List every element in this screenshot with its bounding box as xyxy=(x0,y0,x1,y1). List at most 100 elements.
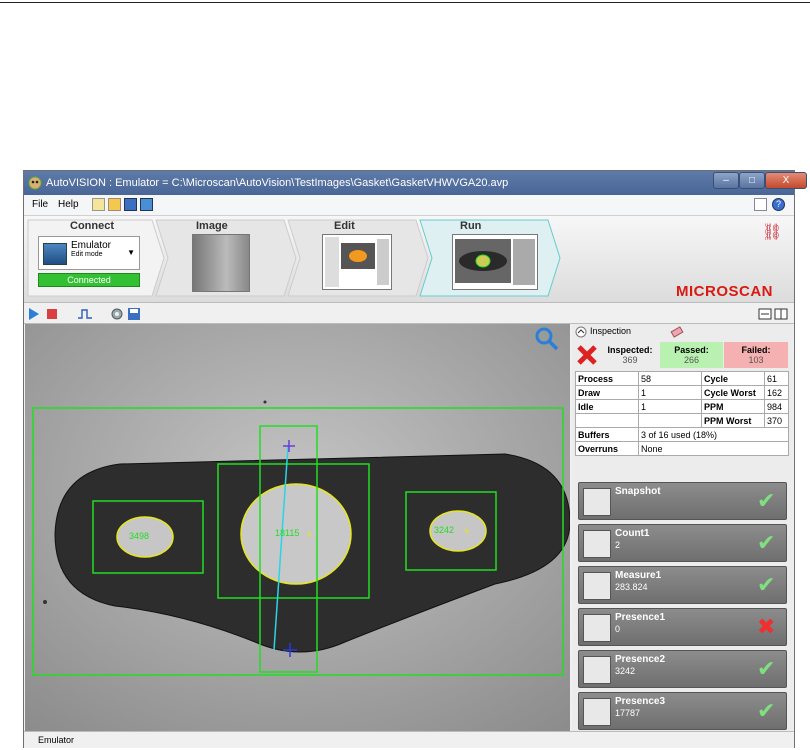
tool-snapshot[interactable]: Snapshot ✔ xyxy=(578,482,787,520)
camera-icon xyxy=(583,488,611,516)
eraser-icon[interactable] xyxy=(670,326,684,338)
stat-empty xyxy=(575,413,639,428)
menu-file[interactable]: File xyxy=(32,199,48,210)
stat-label: Overruns xyxy=(575,441,639,456)
new-file-icon[interactable] xyxy=(92,198,105,211)
fail-x-icon: ✖ xyxy=(757,614,776,639)
link-icon[interactable]: ⛓ xyxy=(762,222,782,242)
chevron-down-icon: ▼ xyxy=(127,248,135,257)
stat-label: PPM Worst xyxy=(701,413,765,428)
pass-check-icon: ✔ xyxy=(757,698,776,723)
image-viewport[interactable]: + + 3498 18115 3242 xyxy=(25,324,570,731)
count-icon xyxy=(583,530,611,558)
brand-logo: MICROSCAN xyxy=(676,283,773,300)
step-image[interactable]: Image xyxy=(196,220,228,232)
edit-step-thumbnail[interactable] xyxy=(322,234,392,290)
overlay-label-left: 3498 xyxy=(129,531,150,541)
save-icon[interactable] xyxy=(124,198,137,211)
failed-count: Failed: 103 xyxy=(724,342,788,368)
measure-icon xyxy=(583,572,611,600)
passed-count: Passed: 266 xyxy=(660,342,723,368)
pass-check-icon: ✔ xyxy=(757,572,776,597)
tool-presence2[interactable]: Presence2 3242 ✔ xyxy=(578,650,787,688)
single-view-icon[interactable] xyxy=(758,308,772,320)
tool-value: 0 xyxy=(615,624,621,634)
overlay-label-center: 18115 xyxy=(275,528,300,538)
inspection-panel: Inspection Inspected: 369 Passed: 266 Fail… xyxy=(572,324,793,731)
tool-value: 283.824 xyxy=(615,582,648,592)
tool-value: 3242 xyxy=(615,666,636,676)
step-run[interactable]: Run xyxy=(460,220,481,232)
fail-x-icon xyxy=(577,345,597,365)
tool-name: Presence3 xyxy=(615,696,666,707)
tool-count1[interactable]: Count1 2 ✔ xyxy=(578,524,787,562)
tool-presence3[interactable]: Presence3 17787 ✔ xyxy=(578,692,787,730)
save-as-icon[interactable] xyxy=(140,198,153,211)
inspected-count: Inspected: 369 xyxy=(607,345,653,365)
page-top-rule xyxy=(0,2,810,3)
help-icon[interactable]: ? xyxy=(772,198,785,211)
zoom-magnifier-icon[interactable] xyxy=(535,327,559,351)
tool-name: Presence1 xyxy=(615,612,666,623)
minimize-button[interactable]: – xyxy=(713,172,739,189)
pass-check-icon: ✔ xyxy=(757,656,776,681)
overlay-label-right: 3242 xyxy=(434,525,455,535)
title-bar: AutoVISION : Emulator = C:\Microscan\Aut… xyxy=(24,171,807,195)
trigger-icon[interactable] xyxy=(78,308,92,320)
wizard-strip: Connect Image Edit Run Emulator Edit mod… xyxy=(24,216,794,303)
collapse-icon[interactable] xyxy=(575,326,587,338)
stat-value: 984 xyxy=(764,399,789,414)
monitor-icon xyxy=(43,243,67,265)
presence-icon xyxy=(583,656,611,684)
split-view-icon[interactable] xyxy=(774,308,788,320)
status-text: Emulator xyxy=(38,735,75,745)
stat-label: Draw xyxy=(575,385,639,400)
step-edit[interactable]: Edit xyxy=(334,220,355,232)
svg-text:+: + xyxy=(306,530,314,540)
stat-label: Buffers xyxy=(575,427,639,442)
stat-label: Cycle Worst xyxy=(701,385,765,400)
stat-label: Cycle xyxy=(701,371,765,386)
image-step-thumbnail[interactable] xyxy=(192,234,250,292)
device-mode: Edit mode xyxy=(71,251,103,258)
stat-value: None xyxy=(638,441,789,456)
stat-value: 61 xyxy=(764,371,789,386)
device-selector[interactable]: Emulator Edit mode ▼ xyxy=(38,236,140,270)
svg-text:+: + xyxy=(463,527,471,537)
stat-value: 58 xyxy=(638,371,702,386)
presence-icon xyxy=(583,698,611,726)
stat-value: 1 xyxy=(638,385,702,400)
stop-icon[interactable] xyxy=(46,308,58,320)
save-image-icon[interactable] xyxy=(127,307,141,321)
tool-value: 2 xyxy=(615,540,621,550)
presence-icon xyxy=(583,614,611,642)
tool-name: Snapshot xyxy=(615,486,661,497)
pass-check-icon: ✔ xyxy=(757,530,776,555)
step-connect[interactable]: Connect xyxy=(70,220,114,232)
stat-label: PPM xyxy=(701,399,765,414)
timing-stats-table: Process 58 Cycle 61 Draw 1 Cycle Worst 1… xyxy=(575,371,789,456)
stat-value: 1 xyxy=(638,399,702,414)
settings-gear-icon[interactable] xyxy=(110,307,124,321)
run-control-bar xyxy=(24,305,794,324)
pass-check-icon: ✔ xyxy=(757,488,776,513)
stat-label: Idle xyxy=(575,399,639,414)
app-window: AutoVISION : Emulator = C:\Microscan\Aut… xyxy=(23,170,807,748)
menu-help[interactable]: Help xyxy=(58,199,79,210)
stat-value: 3 of 16 used (18%) xyxy=(638,427,789,442)
status-bar: Emulator xyxy=(24,731,794,748)
open-folder-icon[interactable] xyxy=(108,198,121,211)
play-icon[interactable] xyxy=(28,308,40,320)
tool-value: 17787 xyxy=(615,708,641,718)
close-button[interactable]: X xyxy=(765,172,807,189)
run-step-thumbnail[interactable] xyxy=(452,234,538,290)
connection-status: Connected xyxy=(38,273,140,287)
report-icon[interactable] xyxy=(754,198,767,211)
tool-measure1[interactable]: Measure1 283.824 ✔ xyxy=(578,566,787,604)
stat-value: 370 xyxy=(764,413,789,428)
stat-label: Process xyxy=(575,371,639,386)
tool-presence1[interactable]: Presence1 0 ✖ xyxy=(578,608,787,646)
window-title: AutoVISION : Emulator = C:\Microscan\Aut… xyxy=(46,177,509,189)
inspection-header: Inspection xyxy=(572,324,793,340)
maximize-button[interactable]: □ xyxy=(739,172,765,189)
